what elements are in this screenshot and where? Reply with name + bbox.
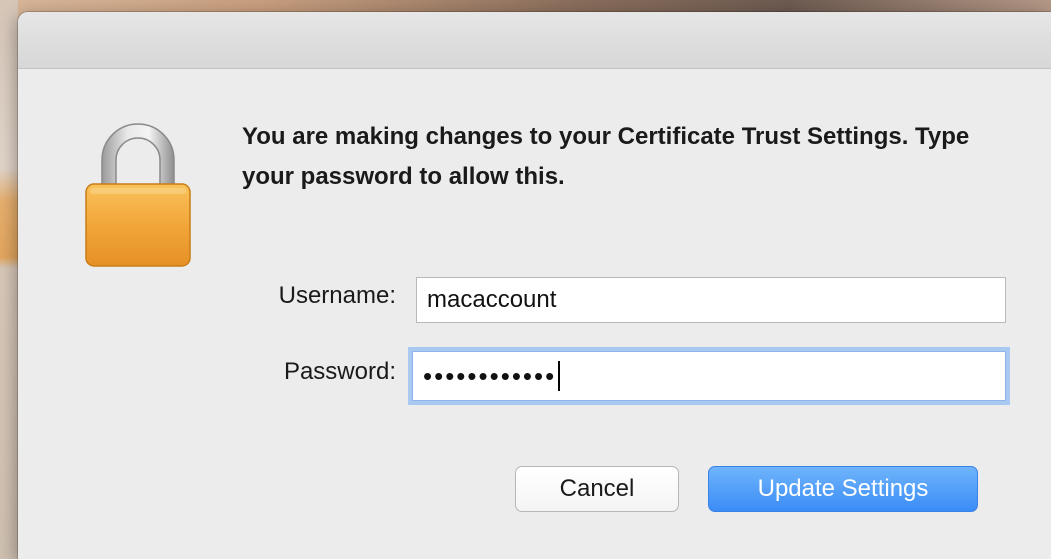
desktop-background <box>0 0 18 559</box>
username-label: Username: <box>278 282 396 309</box>
password-value: •••••••••••• <box>423 361 557 391</box>
username-value: macaccount <box>427 286 557 313</box>
password-label: Password: <box>283 358 396 385</box>
update-settings-button[interactable]: Update Settings <box>708 466 978 512</box>
dialog-titlebar[interactable] <box>18 12 1051 69</box>
authentication-dialog: You are making changes to your Certifica… <box>18 12 1051 559</box>
lock-icon <box>85 123 191 267</box>
dialog-message: You are making changes to your Certifica… <box>242 123 970 190</box>
username-field[interactable]: macaccount <box>416 277 1006 323</box>
cancel-button[interactable]: Cancel <box>515 466 679 512</box>
password-field[interactable]: •••••••••••• <box>412 351 1006 401</box>
text-caret <box>558 361 561 392</box>
